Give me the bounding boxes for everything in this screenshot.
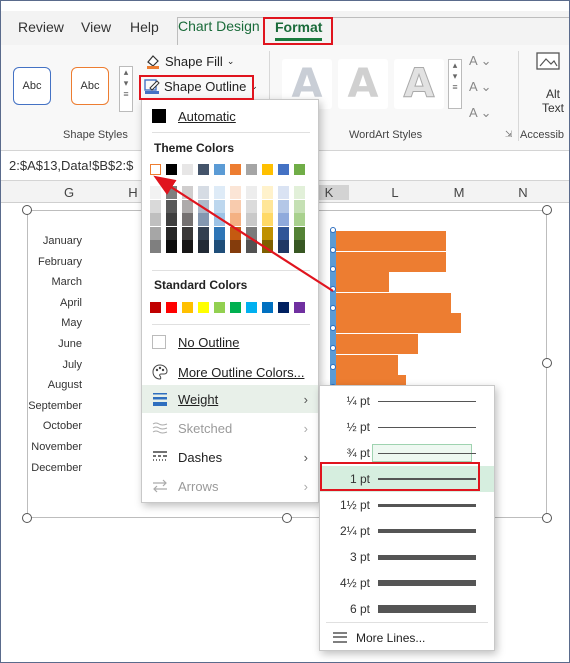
excel-window: Review View Help Chart Design Format Abc… [0,0,570,663]
annotation-arrow [153,175,334,292]
